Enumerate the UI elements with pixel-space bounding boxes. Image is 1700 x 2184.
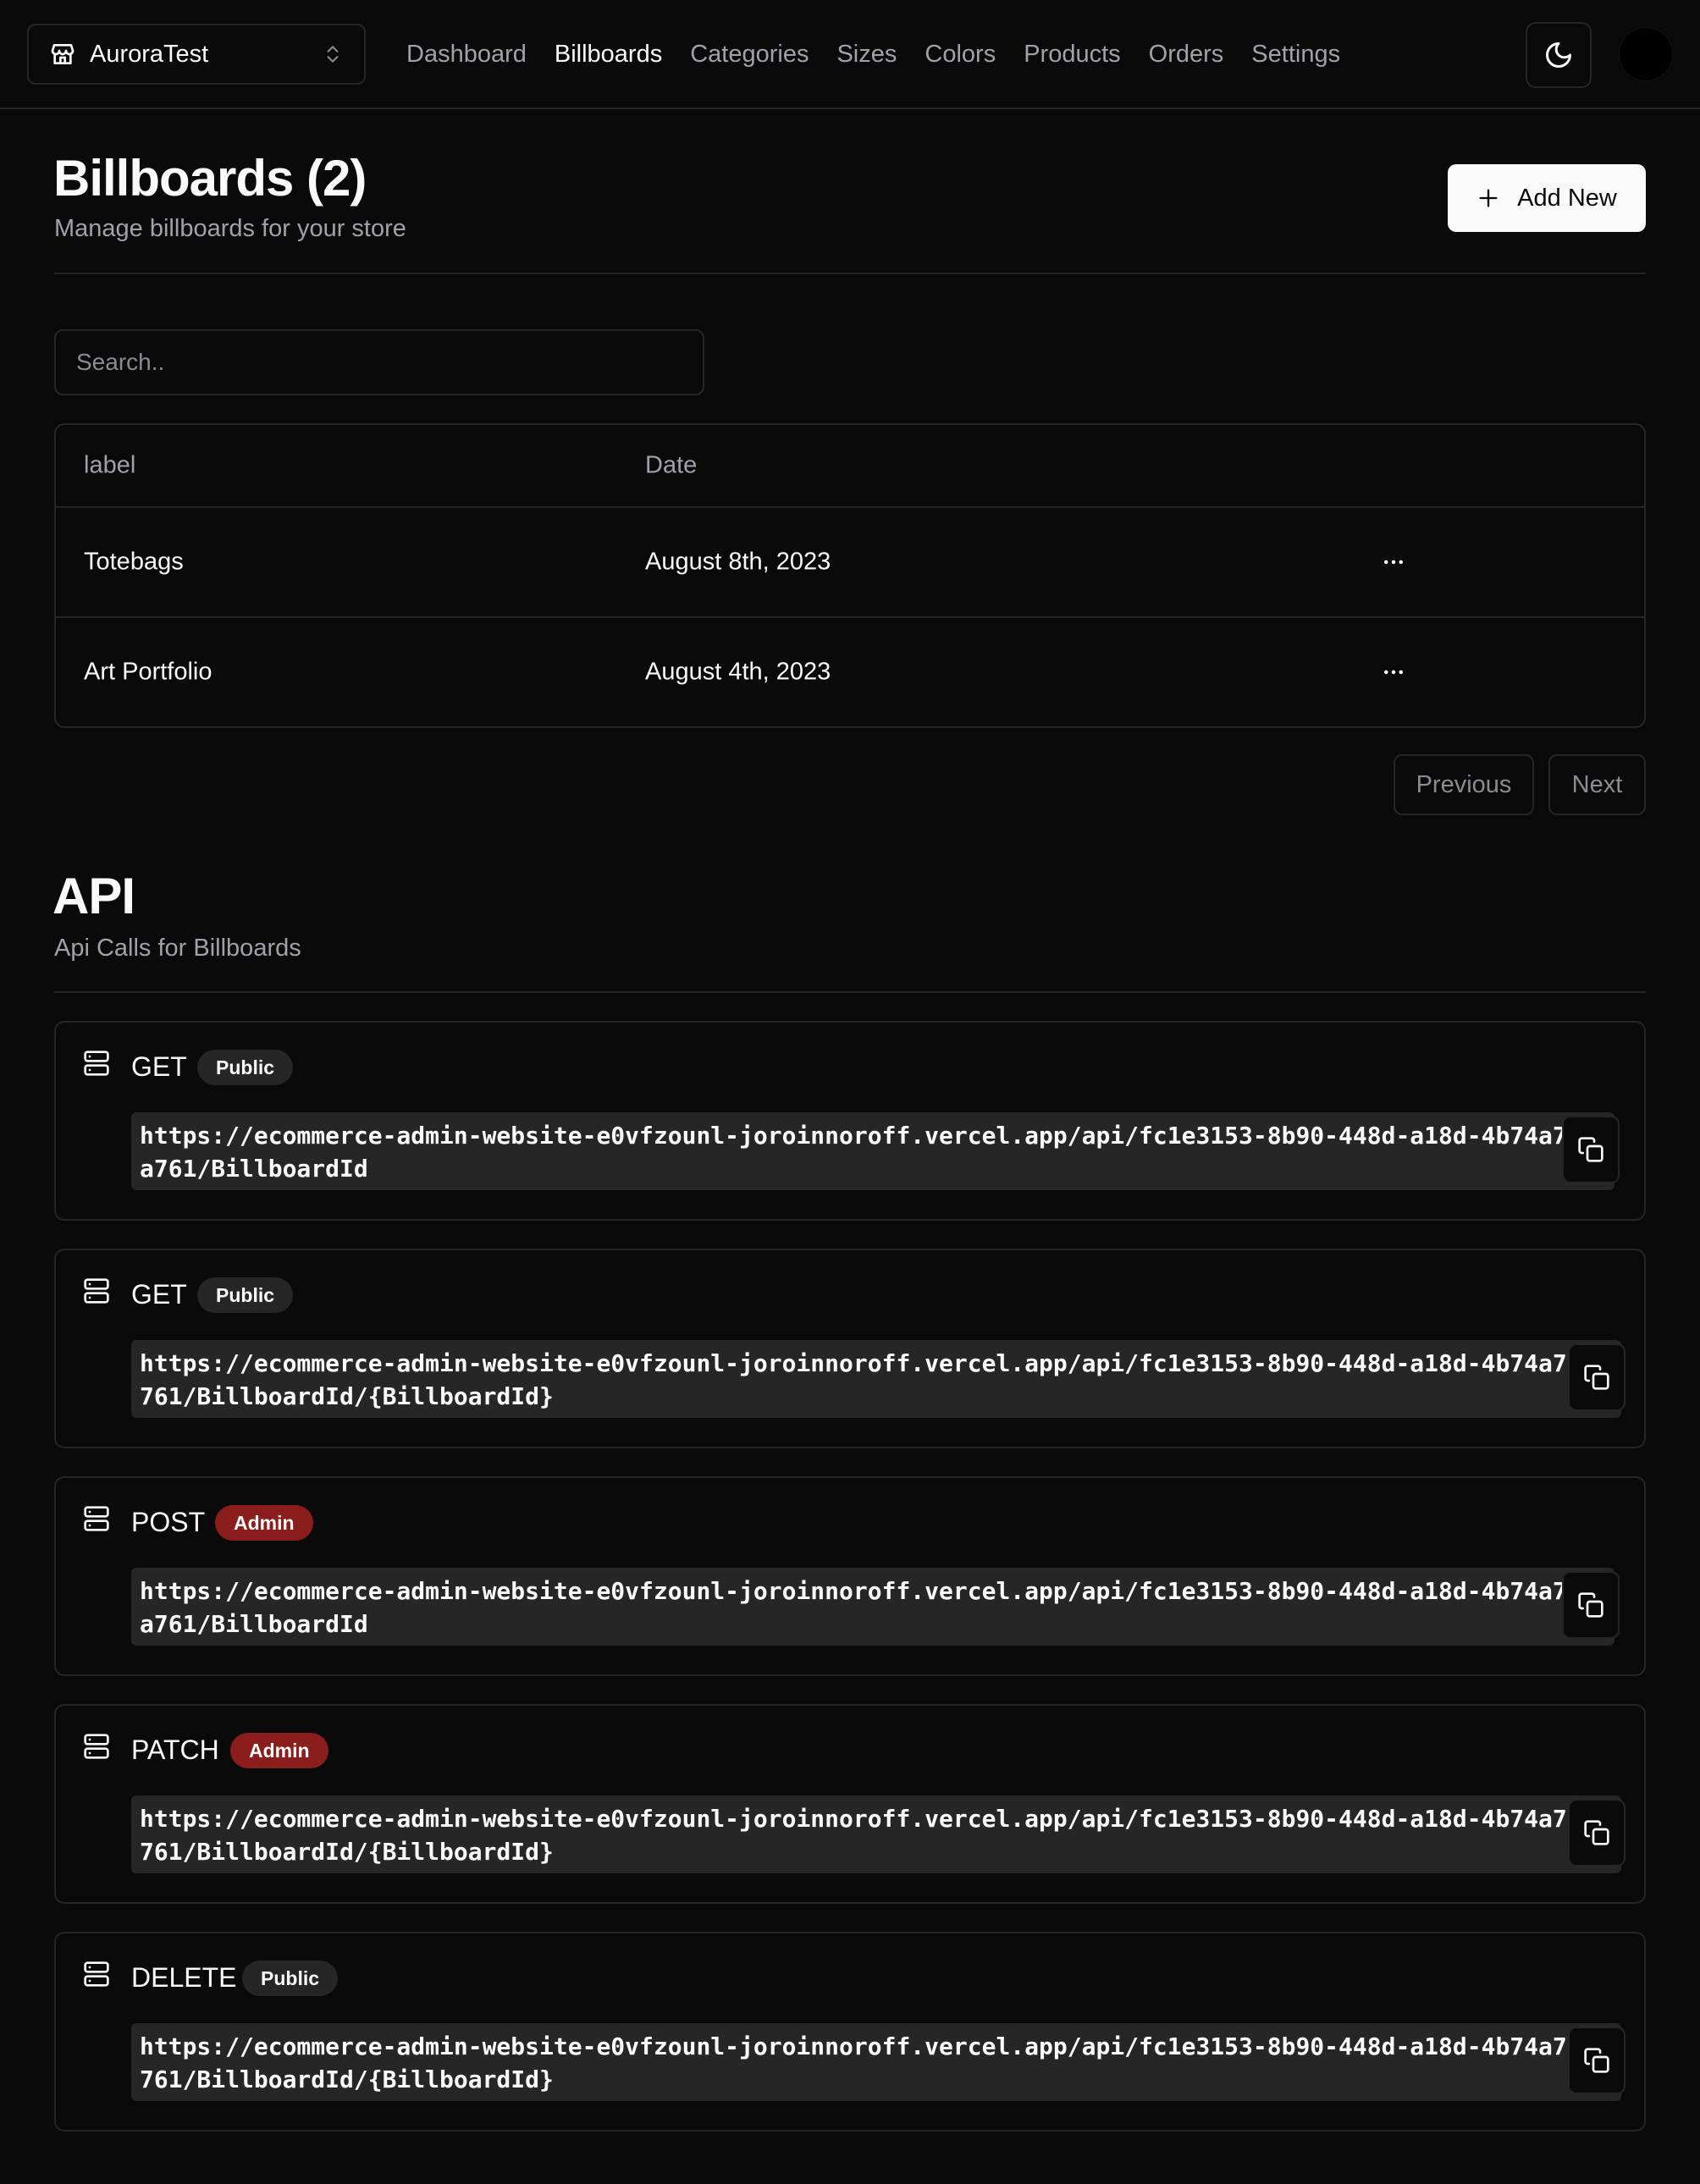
table-row: Art Portfolio August 4th, 2023: [56, 618, 1644, 726]
api-divider: [54, 991, 1646, 993]
nav-link-dashboard[interactable]: Dashboard: [406, 41, 527, 69]
copy-icon: [1578, 1137, 1603, 1162]
api-url: https://ecommerce-admin-website-e0vfzoun…: [131, 1568, 1614, 1646]
api-url: https://ecommerce-admin-website-e0vfzoun…: [131, 1112, 1614, 1190]
billboards-table: label Date Totebags August 8th, 2023 Art…: [54, 423, 1646, 728]
row-label: Totebags: [84, 548, 184, 576]
page-title: Billboards (2): [53, 150, 367, 207]
previous-page-button[interactable]: Previous: [1394, 754, 1534, 815]
row-actions-button[interactable]: [1373, 652, 1414, 692]
user-avatar[interactable]: [1619, 27, 1673, 81]
access-badge: Public: [242, 1961, 339, 1996]
nav-link-billboards[interactable]: Billboards: [555, 41, 662, 69]
store-icon: [51, 44, 75, 64]
more-horizontal-icon: [1384, 560, 1403, 565]
api-method: POST: [131, 1507, 206, 1537]
store-switcher[interactable]: AuroraTest: [27, 24, 366, 85]
moon-icon: [1546, 42, 1571, 68]
chevrons-up-down-icon: [327, 46, 339, 63]
api-section-subtitle: Api Calls for Billboards: [54, 935, 301, 962]
server-icon: [84, 1051, 109, 1076]
api-method: GET: [131, 1279, 187, 1310]
server-icon: [84, 1278, 109, 1304]
plus-icon: [1479, 189, 1498, 207]
api-url: https://ecommerce-admin-website-e0vfzoun…: [131, 2023, 1621, 2101]
page-subtitle: Manage billboards for your store: [54, 215, 406, 242]
header-divider: [54, 273, 1646, 274]
nav-link-categories[interactable]: Categories: [690, 41, 809, 69]
copy-url-button[interactable]: [1568, 2027, 1625, 2094]
copy-url-button[interactable]: [1568, 1799, 1625, 1867]
access-badge: Public: [197, 1277, 294, 1313]
copy-icon: [1584, 1820, 1609, 1845]
api-route-card: GET Public https://ecommerce-admin-websi…: [54, 1249, 1646, 1448]
api-route-card: PATCH Admin https://ecommerce-admin-webs…: [54, 1704, 1646, 1904]
access-badge: Admin: [230, 1733, 328, 1768]
row-date: August 8th, 2023: [645, 548, 831, 576]
add-new-button[interactable]: Add New: [1448, 164, 1646, 232]
nav-link-products[interactable]: Products: [1024, 41, 1120, 69]
copy-url-button[interactable]: [1562, 1571, 1620, 1639]
nav-link-orders[interactable]: Orders: [1149, 41, 1224, 69]
api-method: DELETE: [131, 1962, 237, 1993]
table-header: label Date: [56, 425, 1644, 508]
server-icon: [84, 1506, 109, 1531]
table-row: Totebags August 8th, 2023: [56, 508, 1644, 618]
nav-link-settings[interactable]: Settings: [1251, 41, 1340, 69]
row-actions-button[interactable]: [1373, 542, 1414, 582]
row-date: August 4th, 2023: [645, 658, 831, 686]
api-section-title: API: [52, 868, 135, 924]
server-icon: [84, 1734, 109, 1759]
copy-icon: [1584, 1365, 1609, 1390]
row-label: Art Portfolio: [84, 658, 212, 686]
more-horizontal-icon: [1384, 670, 1403, 675]
nav-link-sizes[interactable]: Sizes: [836, 41, 897, 69]
store-name: AuroraTest: [90, 40, 209, 68]
copy-url-button[interactable]: [1568, 1343, 1625, 1411]
column-header-date[interactable]: Date: [645, 452, 697, 480]
top-navbar: AuroraTest Dashboard Billboards Categori…: [0, 0, 1700, 109]
main-nav: Dashboard Billboards Categories Sizes Co…: [406, 36, 1368, 73]
copy-url-button[interactable]: [1562, 1116, 1620, 1183]
copy-icon: [1578, 1592, 1603, 1618]
nav-link-colors[interactable]: Colors: [925, 41, 996, 69]
api-route-card: DELETE Public https://ecommerce-admin-we…: [54, 1932, 1646, 2132]
api-method: GET: [131, 1051, 187, 1082]
api-method: PATCH: [131, 1735, 219, 1765]
access-badge: Public: [197, 1050, 294, 1085]
copy-icon: [1584, 2048, 1609, 2073]
api-route-card: GET Public https://ecommerce-admin-websi…: [54, 1021, 1646, 1221]
column-header-label[interactable]: label: [84, 452, 135, 480]
api-url: https://ecommerce-admin-website-e0vfzoun…: [131, 1795, 1621, 1873]
next-page-button[interactable]: Next: [1548, 754, 1646, 815]
search-input[interactable]: [54, 329, 704, 395]
add-new-label: Add New: [1517, 184, 1617, 212]
api-route-card: POST Admin https://ecommerce-admin-websi…: [54, 1476, 1646, 1676]
api-url: https://ecommerce-admin-website-e0vfzoun…: [131, 1340, 1621, 1418]
server-icon: [84, 1961, 109, 1987]
access-badge: Admin: [215, 1505, 313, 1541]
theme-toggle-button[interactable]: [1526, 22, 1592, 88]
